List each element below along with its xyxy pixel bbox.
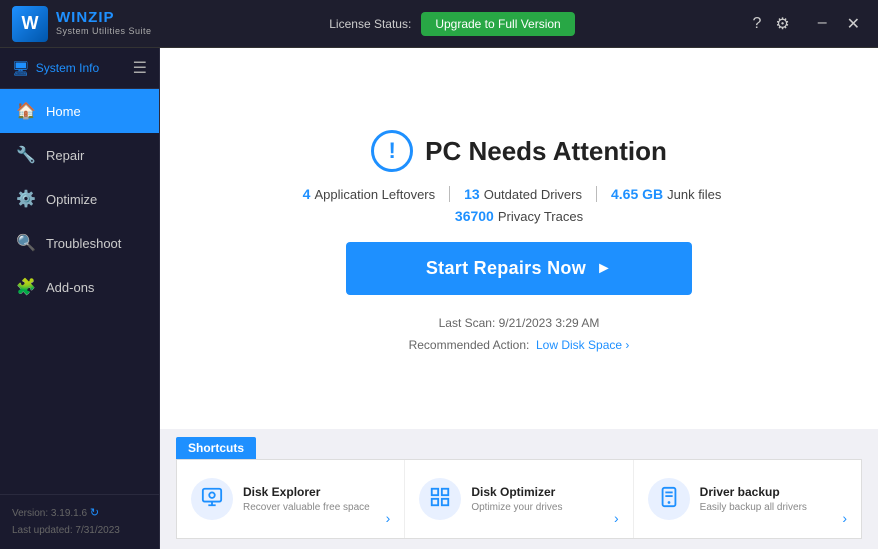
sidebar-item-home[interactable]: 🏠 Home (0, 89, 159, 133)
disk-explorer-chevron-icon: › (386, 510, 391, 528)
app-logo: W WINZIP System Utilities Suite (12, 6, 152, 42)
sidebar-footer: Version: 3.19.1.6 ↻ Last updated: 7/31/2… (0, 494, 159, 549)
sidebar-item-troubleshoot[interactable]: 🔍 Troubleshoot (0, 221, 159, 265)
main-upper: ! PC Needs Attention 4 Application Lefto… (160, 48, 878, 429)
sidebar-top: 🖥 System Info ☰ (0, 48, 159, 89)
stats-row2: 36700 Privacy Traces (455, 208, 583, 224)
driver-backup-text: Driver backup Easily backup all drivers (700, 485, 833, 514)
title-bar-center: License Status: Upgrade to Full Version (152, 12, 753, 36)
monitor-icon: 🖥 (12, 60, 30, 77)
repair-icon: 🔧 (16, 145, 36, 165)
shortcuts-bar: Disk Explorer Recover valuable free spac… (176, 459, 862, 539)
stat-junk-files-label: Junk files (667, 187, 721, 202)
privacy-number: 36700 (455, 208, 494, 224)
stat-junk-files-number: 4.65 GB (611, 186, 663, 202)
main-content: ! PC Needs Attention 4 Application Lefto… (160, 48, 878, 549)
logo-winzip: WINZIP (56, 10, 152, 27)
sidebar-item-addons[interactable]: 🧩 Add-ons (0, 265, 159, 309)
window-controls: – ✕ (812, 12, 866, 36)
attention-title: PC Needs Attention (425, 136, 667, 167)
system-info-label: System Info (36, 61, 99, 75)
system-info-link[interactable]: 🖥 System Info (12, 60, 99, 77)
start-repairs-button[interactable]: Start Repairs Now ► (346, 242, 692, 295)
disk-explorer-icon-wrap (191, 478, 233, 520)
disk-explorer-text: Disk Explorer Recover valuable free spac… (243, 485, 376, 514)
close-button[interactable]: ✕ (841, 12, 866, 36)
disk-optimizer-icon-wrap (419, 478, 461, 520)
sidebar-item-optimize-label: Optimize (46, 192, 97, 207)
addons-icon: 🧩 (16, 277, 36, 297)
disk-optimizer-text: Disk Optimizer Optimize your drives (471, 485, 604, 514)
stat-outdated-drivers-label: Outdated Drivers (484, 187, 582, 202)
scan-info: Last Scan: 9/21/2023 3:29 AM Recommended… (409, 313, 630, 356)
hamburger-icon[interactable]: ☰ (133, 58, 147, 78)
attention-icon: ! (371, 130, 413, 172)
stat-junk-files: 4.65 GB Junk files (597, 186, 735, 202)
disk-optimizer-icon (429, 486, 451, 513)
shortcut-driver-backup[interactable]: Driver backup Easily backup all drivers … (634, 460, 861, 538)
sidebar-item-optimize[interactable]: ⚙️ Optimize (0, 177, 159, 221)
troubleshoot-icon: 🔍 (16, 233, 36, 253)
disk-optimizer-title: Disk Optimizer (471, 485, 604, 499)
minimize-button[interactable]: – (812, 12, 833, 36)
stats-row: 4 Application Leftovers 13 Outdated Driv… (303, 186, 736, 202)
logo-text: WINZIP System Utilities Suite (56, 10, 152, 36)
help-icon[interactable]: ? (752, 15, 761, 33)
sidebar-item-home-label: Home (46, 104, 81, 119)
sidebar-item-repair-label: Repair (46, 148, 84, 163)
license-label: License Status: (329, 17, 411, 31)
home-icon: 🏠 (16, 101, 36, 121)
attention-header: ! PC Needs Attention (371, 130, 667, 172)
upgrade-button[interactable]: Upgrade to Full Version (421, 12, 574, 36)
disk-explorer-icon (201, 486, 223, 513)
title-bar: W WINZIP System Utilities Suite License … (0, 0, 878, 48)
refresh-icon[interactable]: ↻ (90, 507, 99, 519)
shortcut-disk-explorer[interactable]: Disk Explorer Recover valuable free spac… (177, 460, 405, 538)
driver-backup-icon-wrap (648, 478, 690, 520)
gear-icon[interactable]: ⚙ (775, 14, 789, 34)
disk-optimizer-desc: Optimize your drives (471, 501, 604, 514)
sidebar-item-troubleshoot-label: Troubleshoot (46, 236, 121, 251)
stat-outdated-drivers-number: 13 (464, 186, 480, 202)
disk-explorer-title: Disk Explorer (243, 485, 376, 499)
last-updated-label: Last updated: 7/31/2023 (12, 523, 147, 539)
start-repairs-arrow-icon: ► (596, 260, 612, 278)
sidebar: 🖥 System Info ☰ 🏠 Home 🔧 Repair ⚙️ Optim… (0, 48, 160, 549)
stat-app-leftovers-label: Application Leftovers (314, 187, 435, 202)
start-repairs-label: Start Repairs Now (426, 258, 586, 279)
title-bar-actions: ? ⚙ – ✕ (752, 12, 866, 36)
recommended-label: Recommended Action: (409, 338, 530, 352)
logo-subtitle: System Utilities Suite (56, 27, 152, 37)
driver-backup-chevron-icon: › (842, 510, 847, 528)
stat-app-leftovers: 4 Application Leftovers (303, 186, 450, 202)
driver-backup-desc: Easily backup all drivers (700, 501, 833, 514)
last-scan-label: Last Scan: 9/21/2023 3:29 AM (409, 313, 630, 335)
sidebar-item-repair[interactable]: 🔧 Repair (0, 133, 159, 177)
disk-explorer-desc: Recover valuable free space (243, 501, 376, 514)
stat-app-leftovers-number: 4 (303, 186, 311, 202)
recommended-action-row: Recommended Action: Low Disk Space › (409, 335, 630, 357)
shortcut-disk-optimizer[interactable]: Disk Optimizer Optimize your drives › (405, 460, 633, 538)
disk-optimizer-chevron-icon: › (614, 510, 619, 528)
driver-backup-title: Driver backup (700, 485, 833, 499)
recommended-link[interactable]: Low Disk Space › (536, 338, 629, 352)
logo-icon: W (12, 6, 48, 42)
version-label: Version: 3.19.1.6 (12, 508, 87, 519)
app-body: 🖥 System Info ☰ 🏠 Home 🔧 Repair ⚙️ Optim… (0, 48, 878, 549)
optimize-icon: ⚙️ (16, 189, 36, 209)
sidebar-item-addons-label: Add-ons (46, 280, 94, 295)
shortcuts-header: Shortcuts (176, 437, 256, 459)
privacy-label: Privacy Traces (498, 209, 583, 224)
driver-backup-icon (658, 486, 680, 513)
stat-outdated-drivers: 13 Outdated Drivers (450, 186, 597, 202)
shortcuts-section: Shortcuts Disk Explorer (160, 429, 878, 549)
